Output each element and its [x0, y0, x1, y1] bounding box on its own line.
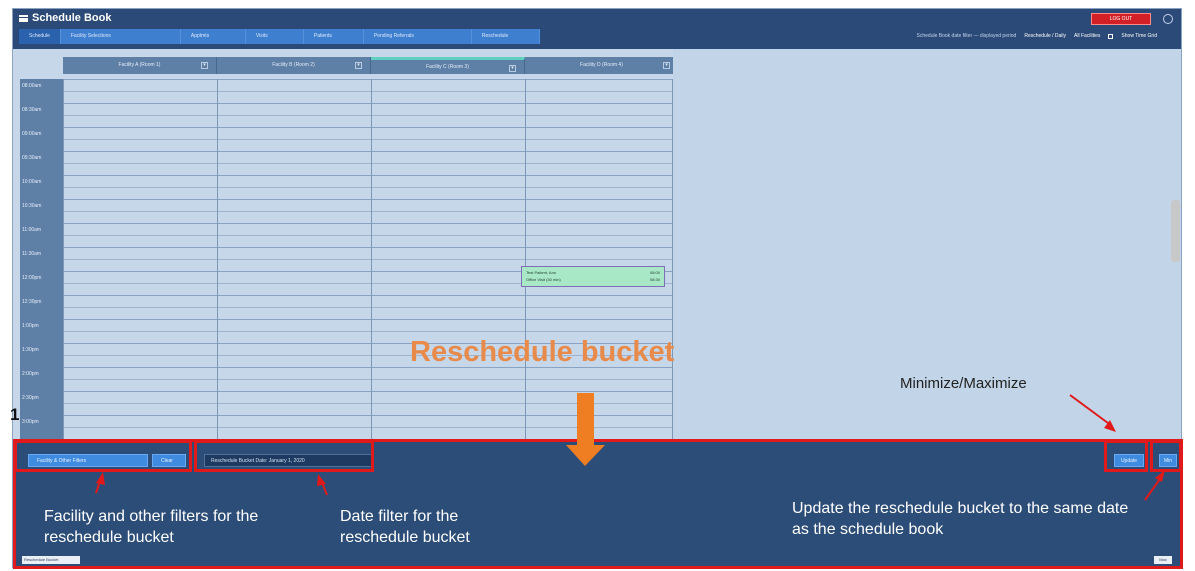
column-header-label: Facility B (Room 2) — [272, 62, 315, 68]
date-filter-caption: Date filter for the reschedule bucket — [340, 508, 470, 546]
highlight-update-button — [1104, 440, 1148, 472]
chevron-down-icon[interactable]: ▾ — [201, 62, 208, 69]
time-slot-label: 2:00pm — [22, 371, 39, 377]
grid-row-line — [63, 187, 673, 188]
column-header[interactable]: Facility B (Room 2) ▾ — [217, 57, 371, 74]
header-info-text: Schedule Book date filter — displayed pe… — [916, 33, 1017, 39]
grid-row-line — [63, 139, 673, 140]
nav-tab-pending-referrals[interactable]: Pending Referrals — [363, 29, 472, 44]
column-headers: Facility A (Room 1) ▾ Facility B (Room 2)… — [63, 57, 679, 74]
grid-row-line — [63, 91, 673, 92]
app-title-text: Schedule Book — [32, 12, 112, 24]
time-grid-checkbox[interactable] — [1108, 33, 1114, 39]
time-slot-label: 09:30am — [22, 155, 42, 161]
grid-row-line — [63, 427, 673, 428]
time-grid-label: Show Time Grid — [1121, 33, 1157, 39]
grid-row-line — [63, 199, 673, 200]
time-column: 08:00am 08:30am 09:00am 09:30am 10:00am 10:30… — [20, 79, 63, 439]
appointment-end: 08:30 — [649, 277, 660, 282]
grid-row-line — [63, 403, 673, 404]
app-title: Schedule Book — [19, 12, 111, 24]
nav-tab-reschedule[interactable]: Reschedule — [471, 29, 540, 44]
application-window: Schedule Book Schedule Facility Selectio… — [12, 8, 1183, 569]
grid-row-line — [63, 247, 673, 248]
time-slot-label: 2:30pm — [22, 395, 39, 401]
appointment-start: 08:00 — [649, 270, 660, 275]
chevron-down-icon[interactable]: ▾ — [663, 62, 670, 69]
minimize-maximize-caption: Minimize/Maximize — [900, 375, 1027, 392]
chevron-down-icon[interactable]: ▾ — [509, 65, 516, 72]
appointment-patient: Test Patient, Ann — [526, 270, 557, 275]
nav-tab-visits[interactable]: Visits — [245, 29, 304, 44]
grid-row-line — [63, 103, 673, 104]
grid-row-line — [63, 319, 673, 320]
bucket-size-label: Max — [1154, 556, 1172, 564]
calendar-selector[interactable]: All Facilities — [1074, 33, 1100, 39]
highlight-facility-filters — [14, 440, 192, 472]
grid-row-line — [63, 79, 673, 80]
grid-row-line — [63, 307, 673, 308]
grid-row-line — [63, 175, 673, 176]
nav-tab-apptmts[interactable]: Apptmts — [180, 29, 246, 44]
appointment-block[interactable]: Test Patient, Ann 08:00 Office Visit (30 … — [521, 266, 665, 287]
chevron-down-icon[interactable]: ▾ — [355, 62, 362, 69]
grid-row-line — [63, 115, 673, 116]
time-slot-label: 08:00am — [22, 83, 42, 89]
time-slot-label: 10:00am — [22, 179, 42, 185]
column-header-label: Facility A (Room 1) — [118, 62, 161, 68]
column-header[interactable]: Facility A (Room 1) ▾ — [63, 57, 217, 74]
highlight-minmax-button — [1150, 440, 1182, 472]
view-selector[interactable]: Reschedule / Daily — [1024, 33, 1066, 39]
column-header-label: Facility C (Room 3) — [426, 64, 469, 70]
header-controls: Schedule Book date filter — displayed pe… — [917, 33, 1157, 39]
appointment-type: Office Visit (30 min) — [526, 277, 561, 282]
page-marker: 1 — [10, 405, 20, 424]
grid-row-line — [63, 295, 673, 296]
grid-row-line — [63, 415, 673, 416]
facility-filter-caption: Facility and other filters for the resch… — [44, 508, 259, 546]
logout-button[interactable]: LOG OUT — [1091, 13, 1151, 25]
settings-icon[interactable] — [1163, 14, 1173, 24]
time-slot-label: 09:00am — [22, 131, 42, 137]
grid-row-line — [63, 331, 673, 332]
column-divider — [217, 79, 218, 439]
grid-row-line — [63, 163, 673, 164]
grid-row-line — [63, 391, 673, 392]
nav-tabs: Schedule Facility Selections Apptmts Vis… — [19, 29, 540, 44]
update-caption: Update the reschedule bucket to the same… — [792, 500, 1129, 538]
column-divider — [525, 79, 526, 439]
vertical-scrollbar[interactable] — [1171, 200, 1180, 262]
column-divider — [63, 79, 64, 439]
time-slot-label: 11:30am — [22, 251, 42, 257]
app-header: Schedule Book Schedule Facility Selectio… — [13, 9, 1181, 49]
nav-tab-patients[interactable]: Patients — [303, 29, 364, 44]
time-slot-label: 10:30am — [22, 203, 42, 209]
column-header-label: Facility D (Room 4) — [580, 62, 623, 68]
time-slot-label: 08:30am — [22, 107, 42, 113]
time-slot-label: 12:30pm — [22, 299, 42, 305]
time-slot-label: 1:30pm — [22, 347, 39, 353]
grid-row-line — [63, 223, 673, 224]
menu-icon[interactable] — [19, 14, 28, 22]
bucket-status-label: Reschedule Bucket — [22, 556, 80, 564]
grid-row-line — [63, 151, 673, 152]
column-divider — [371, 79, 372, 439]
nav-tab-facility-selections[interactable]: Facility Selections — [60, 29, 181, 44]
reschedule-bucket-title: Reschedule bucket — [410, 336, 675, 368]
grid-row-line — [63, 379, 673, 380]
nav-tab-schedule[interactable]: Schedule — [19, 29, 61, 44]
time-slot-label: 3:00pm — [22, 419, 39, 425]
time-slot-label: 1:00pm — [22, 323, 39, 329]
grid-row-line — [63, 235, 673, 236]
schedule-grid: Facility A (Room 1) ▾ Facility B (Room 2)… — [13, 49, 679, 439]
time-slot-label: 12:00pm — [22, 275, 42, 281]
column-header[interactable]: Facility D (Room 4) ▾ — [525, 57, 679, 74]
grid-row-line — [63, 127, 673, 128]
time-slot-label: 11:00am — [22, 227, 42, 233]
grid-row-line — [63, 259, 673, 260]
grid-row-line — [63, 211, 673, 212]
column-header[interactable]: Facility C (Room 3) ▾ — [371, 57, 525, 74]
highlight-date-filter — [194, 440, 374, 472]
